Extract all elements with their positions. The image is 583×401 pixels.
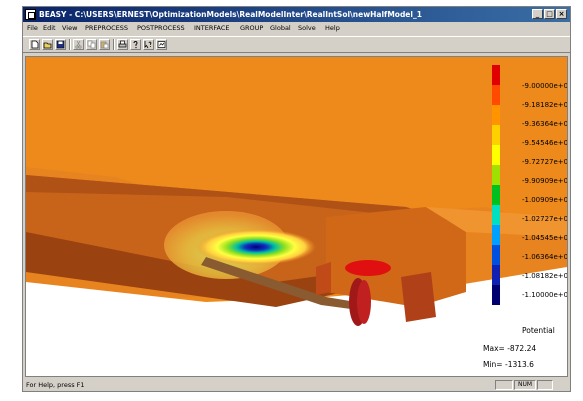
legend-label: -9.54546e+002 — [522, 139, 568, 147]
legend-swatch — [492, 225, 500, 245]
legend-label: -1.10000e+003 — [522, 291, 568, 299]
toolbar-separator — [69, 39, 71, 50]
toolbar-separator — [113, 39, 115, 50]
legend-swatch — [492, 125, 500, 145]
legend-min-value: -1313.6 — [504, 360, 534, 369]
legend-swatch — [492, 65, 500, 85]
red-disk — [345, 260, 391, 276]
legend-min: Min= -1313.6 — [483, 360, 534, 369]
paste-icon[interactable] — [99, 39, 110, 50]
legend-swatch — [492, 265, 500, 285]
open-folder-icon[interactable] — [42, 39, 53, 50]
legend-label: -9.18182e+002 — [522, 101, 568, 109]
legend-label: -9.90909e+002 — [522, 177, 568, 185]
menu-global[interactable]: Global — [270, 22, 291, 35]
menu-postprocess[interactable]: POSTPROCESS — [137, 22, 185, 35]
help-icon[interactable] — [130, 39, 141, 50]
status-bar: For Help, press F1 NUM — [23, 379, 570, 391]
menu-bar: File Edit View PREPROCESS POSTPROCESS IN… — [23, 22, 570, 35]
legend-swatch — [492, 165, 500, 185]
new-file-icon[interactable] — [29, 39, 40, 50]
potential-hotspot — [196, 229, 316, 265]
legend-label: -9.72727e+002 — [522, 158, 568, 166]
app-window: BEASY - C:\USERS\ERNEST\OptimizationMode… — [22, 6, 571, 392]
legend-swatch — [492, 185, 500, 205]
close-button[interactable]: × — [556, 9, 567, 19]
legend-label: -1.04545e+003 — [522, 234, 568, 242]
menu-edit[interactable]: Edit — [43, 22, 56, 35]
menu-view[interactable]: View — [62, 22, 77, 35]
title-bar[interactable]: BEASY - C:\USERS\ERNEST\OptimizationMode… — [23, 7, 570, 22]
model-render[interactable] — [26, 57, 567, 376]
status-pane-empty — [495, 380, 513, 390]
menu-help[interactable]: Help — [325, 22, 340, 35]
redraw-icon[interactable] — [156, 39, 167, 50]
status-num-indicator: NUM — [514, 380, 536, 390]
legend-max-label: Max= — [483, 344, 505, 353]
legend-max: Max= -872.24 — [483, 344, 536, 353]
window-title: BEASY - C:\USERS\ERNEST\OptimizationMode… — [39, 10, 422, 19]
maximize-button[interactable]: □ — [544, 9, 555, 19]
window-controls: _ □ × — [532, 9, 567, 19]
cut-icon[interactable] — [73, 39, 84, 50]
legend-swatch — [492, 105, 500, 125]
menu-solve[interactable]: Solve — [298, 22, 316, 35]
legend-label: -1.00909e+003 — [522, 196, 568, 204]
legend-max-value: -872.24 — [507, 344, 537, 353]
legend-label: -1.02727e+003 — [522, 215, 568, 223]
support-foot — [401, 272, 436, 322]
menu-preprocess[interactable]: PREPROCESS — [85, 22, 128, 35]
legend-min-label: Min= — [483, 360, 503, 369]
wheel-face — [357, 280, 371, 324]
legend-label: -1.08182e+003 — [522, 272, 568, 280]
copy-icon[interactable] — [86, 39, 97, 50]
save-icon[interactable] — [55, 39, 66, 50]
legend-title: Potential — [522, 326, 555, 335]
legend-swatch — [492, 245, 500, 265]
status-pane-scroll — [537, 380, 553, 390]
legend-swatch — [492, 145, 500, 165]
legend-label: -9.00000e+002 — [522, 82, 568, 90]
legend-label: -9.36364e+002 — [522, 120, 568, 128]
menu-group[interactable]: GROUP — [240, 22, 263, 35]
legend-swatch — [492, 285, 500, 305]
toolbar — [23, 36, 570, 53]
legend-swatch — [492, 205, 500, 225]
context-help-icon[interactable] — [143, 39, 154, 50]
left-leg — [316, 262, 331, 295]
menu-file[interactable]: File — [27, 22, 38, 35]
status-help-text: For Help, press F1 — [26, 381, 85, 389]
model-viewport[interactable]: -9.00000e+002 -9.18182e+002 -9.36364e+00… — [25, 56, 568, 377]
app-icon[interactable] — [25, 9, 36, 20]
print-icon[interactable] — [117, 39, 128, 50]
menu-interface[interactable]: INTERFACE — [194, 22, 230, 35]
legend-swatch — [492, 85, 500, 105]
legend-label: -1.06364e+003 — [522, 253, 568, 261]
support-block — [326, 207, 466, 307]
minimize-button[interactable]: _ — [532, 9, 543, 19]
